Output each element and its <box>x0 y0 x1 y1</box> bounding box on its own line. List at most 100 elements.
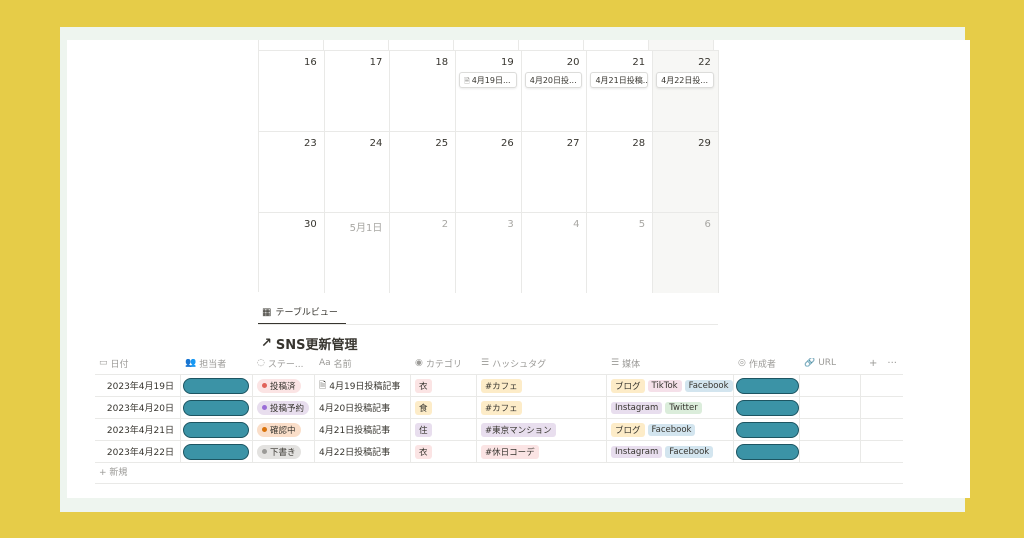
category-tag: 食 <box>415 400 432 415</box>
calendar-date-number: 4 <box>573 219 580 230</box>
redacted-assignee <box>183 443 249 460</box>
column-header[interactable]: ◌ ステー... <box>253 357 315 370</box>
column-header[interactable]: 🔗 URL <box>800 358 861 368</box>
assignee-cell[interactable] <box>181 419 253 440</box>
table-header: ▭ 日付 👥 担当者 ◌ ステー... Aa 名前 ◉ カテゴリ ☰ ハッシュタグ ☰ 媒体 ◎ 作成者 🔗 UR… <box>95 352 903 375</box>
column-header[interactable]: ◉ カテゴリ <box>411 357 477 370</box>
calendar-day-cell[interactable]: 5 <box>587 213 654 293</box>
empty-cell <box>861 375 903 396</box>
status-badge: 投稿済 <box>257 378 301 393</box>
column-header[interactable]: 👥 担当者 <box>181 357 253 370</box>
calendar-day-cell[interactable]: 28 <box>587 132 654 212</box>
name-cell[interactable]: 🗎 4月19日投稿記事 <box>315 375 411 396</box>
calendar-date-number: 17 <box>369 57 383 68</box>
category-cell[interactable]: 住 <box>411 419 477 440</box>
status-cell[interactable]: 投稿済 <box>253 375 315 396</box>
database-table: ▭ 日付 👥 担当者 ◌ ステー... Aa 名前 ◉ カテゴリ ☰ ハッシュタグ ☰ 媒体 ◎ 作成者 🔗 UR… <box>95 352 903 484</box>
hashtag-cell[interactable]: #カフェ <box>477 375 607 396</box>
calendar-day-cell[interactable]: 20 4月20日投... <box>522 51 588 131</box>
url-cell[interactable] <box>800 397 861 418</box>
hashtag-cell[interactable]: #東京マンション <box>477 419 607 440</box>
assignee-cell[interactable] <box>181 397 253 418</box>
calendar-week-row: 16 17 18 19 🗎 4月19日... 20 4月20日投... 21 4月21日投稿...… <box>259 50 719 131</box>
more-options-button[interactable]: ··· <box>887 358 897 369</box>
calendar-day-cell[interactable]: 19 🗎 4月19日... <box>456 51 522 131</box>
calendar-day-cell[interactable]: 6 <box>653 213 719 293</box>
redacted-creator <box>736 377 799 394</box>
column-header[interactable]: ◎ 作成者 <box>734 357 800 370</box>
hashtag-tag: #休日コーデ <box>481 444 539 459</box>
calendar-day-cell[interactable]: 21 4月21日投稿... <box>587 51 654 131</box>
creator-cell[interactable] <box>734 441 800 462</box>
calendar-day-cell[interactable]: 17 <box>325 51 391 131</box>
table-row[interactable]: 2023年4月19日 投稿済 🗎 4月19日投稿記事衣 #カフェ ブログ TikTok Fac… <box>95 375 903 397</box>
media-cell[interactable]: ブログ TikTok Facebook <box>607 375 734 396</box>
calendar-day-cell[interactable]: 22 4月22日投... <box>653 51 719 131</box>
calendar-day-cell[interactable]: 26 <box>456 132 522 212</box>
document-icon: 🗎 <box>319 380 327 391</box>
creator-cell[interactable] <box>734 397 800 418</box>
status-cell[interactable]: 確認中 <box>253 419 315 440</box>
new-row-button[interactable]: + 新規 <box>95 463 903 484</box>
status-cell[interactable]: 下書き <box>253 441 315 462</box>
media-cell[interactable]: ブログ Facebook <box>607 419 734 440</box>
calendar-date-number: 16 <box>303 57 317 68</box>
column-header[interactable]: ☰ ハッシュタグ <box>477 357 607 370</box>
calendar-day-cell[interactable]: 24 <box>325 132 391 212</box>
category-cell[interactable]: 食 <box>411 397 477 418</box>
date-cell[interactable]: 2023年4月19日 <box>95 375 181 396</box>
table-row[interactable]: 2023年4月22日 下書き 4月22日投稿記事 衣 #休日コーデ Instagram Fa… <box>95 441 903 463</box>
column-header[interactable]: ☰ 媒体 <box>607 357 734 370</box>
hashtag-cell[interactable]: #カフェ <box>477 397 607 418</box>
calendar-day-cell[interactable]: 3 <box>456 213 522 293</box>
calendar-day-cell[interactable]: 30 <box>259 213 325 293</box>
name-cell[interactable]: 4月20日投稿記事 <box>315 397 411 418</box>
database-title[interactable]: ↗ SNS更新管理 <box>261 334 358 353</box>
calendar-event-card[interactable]: 4月22日投... <box>656 72 714 88</box>
creator-cell[interactable] <box>734 419 800 440</box>
calendar-day-cell[interactable]: 2 <box>390 213 457 293</box>
column-header[interactable]: Aa 名前 <box>315 357 411 370</box>
hashtag-cell[interactable]: #休日コーデ <box>477 441 607 462</box>
calendar-date-number: 24 <box>369 138 383 149</box>
category-cell[interactable]: 衣 <box>411 375 477 396</box>
column-header[interactable]: ▭ 日付 <box>95 357 181 370</box>
date-cell[interactable]: 2023年4月22日 <box>95 441 181 462</box>
name-cell[interactable]: 4月21日投稿記事 <box>315 419 411 440</box>
media-cell[interactable]: Instagram Twitter <box>607 397 734 418</box>
calendar-date-number: 30 <box>303 219 317 230</box>
calendar-day-cell[interactable]: 29 <box>653 132 719 212</box>
assignee-cell[interactable] <box>181 441 253 462</box>
status-badge: 確認中 <box>257 422 301 437</box>
calendar-day-cell[interactable]: 23 <box>259 132 325 212</box>
url-cell[interactable] <box>800 375 861 396</box>
calendar-event-card[interactable]: 4月21日投稿... <box>590 72 649 88</box>
url-cell[interactable] <box>800 441 861 462</box>
add-column-button[interactable]: + <box>869 358 877 369</box>
table-row[interactable]: 2023年4月20日 投稿予約 4月20日投稿記事 食 #カフェ Instagram Twi… <box>95 397 903 419</box>
column-header-label: ハッシュタグ <box>492 359 547 370</box>
status-cell[interactable]: 投稿予約 <box>253 397 315 418</box>
assignee-cell[interactable] <box>181 375 253 396</box>
date-cell[interactable]: 2023年4月21日 <box>95 419 181 440</box>
calendar-day-cell[interactable]: 27 <box>522 132 588 212</box>
name-cell[interactable]: 4月22日投稿記事 <box>315 441 411 462</box>
calendar-day-cell[interactable]: 18 <box>390 51 457 131</box>
category-cell[interactable]: 衣 <box>411 441 477 462</box>
hashtag-tag: #カフェ <box>481 378 522 393</box>
media-cell[interactable]: Instagram Facebook <box>607 441 734 462</box>
creator-cell[interactable] <box>734 375 800 396</box>
url-cell[interactable] <box>800 419 861 440</box>
calendar-day-cell[interactable]: 16 <box>259 51 325 131</box>
calendar-event-card[interactable]: 4月20日投... <box>524 72 583 88</box>
calendar-day-cell[interactable]: 4 <box>522 213 588 293</box>
table-row[interactable]: 2023年4月21日 確認中 4月21日投稿記事 住 #東京マンション ブログ Facebo… <box>95 419 903 441</box>
calendar-day-cell[interactable]: 5月1日 <box>325 213 391 293</box>
calendar-day-cell[interactable]: 25 <box>390 132 457 212</box>
date-cell[interactable]: 2023年4月20日 <box>95 397 181 418</box>
media-tag: ブログ <box>611 378 645 393</box>
people-icon: 👥 <box>185 358 197 368</box>
calendar-date-number: 23 <box>303 138 317 149</box>
calendar-event-card[interactable]: 🗎 4月19日... <box>459 72 517 88</box>
tab-table-view[interactable]: ▦ テーブルビュー <box>258 305 346 325</box>
